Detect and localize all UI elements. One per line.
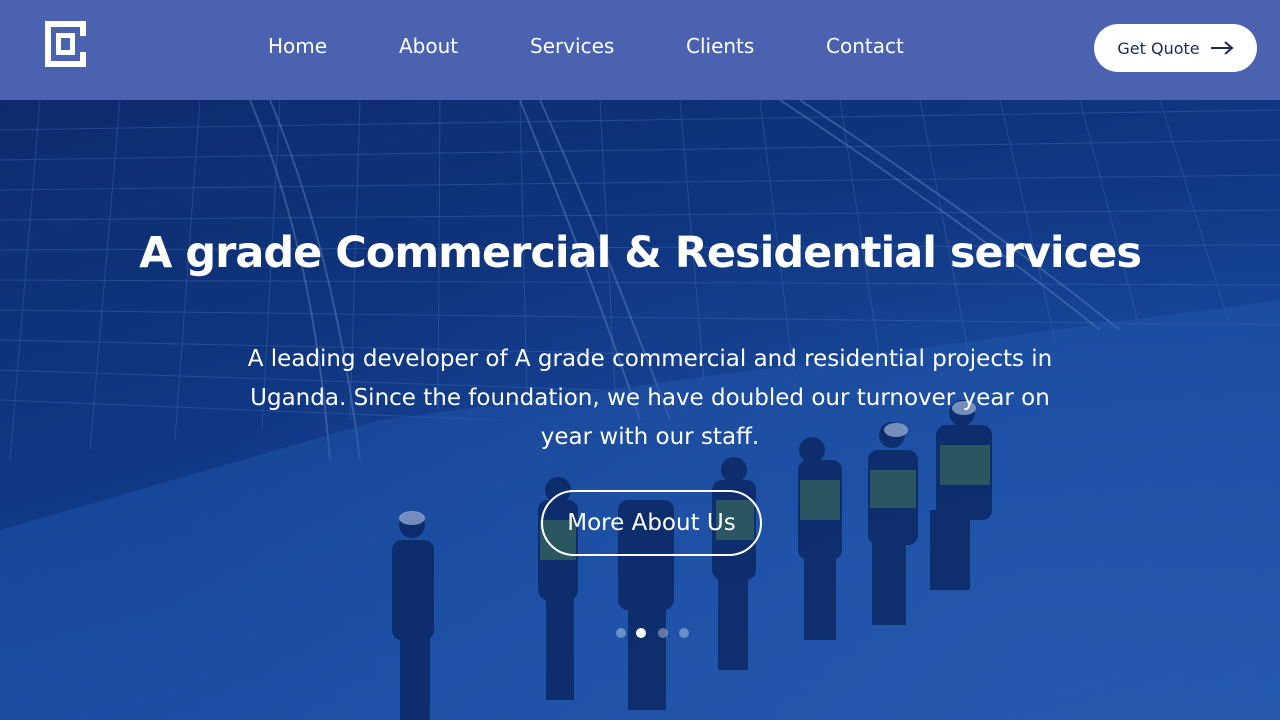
hero-title: A grade Commercial & Residential service…	[139, 228, 1142, 278]
get-quote-label: Get Quote	[1117, 38, 1200, 58]
nav-services[interactable]: Services	[530, 34, 614, 58]
nav-about[interactable]: About	[399, 34, 458, 58]
slider-dot[interactable]	[658, 628, 668, 638]
hero-description: A leading developer of A grade commercia…	[247, 346, 1053, 450]
arrow-right-icon	[1210, 41, 1234, 55]
nav-clients[interactable]: Clients	[686, 34, 754, 58]
get-quote-button[interactable]: Get Quote	[1094, 24, 1257, 72]
more-about-us-button[interactable]: More About Us	[541, 490, 762, 556]
nav-contact[interactable]: Contact	[826, 34, 904, 58]
site-header: Home About Services Clients Contact Get …	[0, 0, 1280, 100]
slider-dot[interactable]	[679, 628, 689, 638]
slider-dot[interactable]	[616, 628, 626, 638]
hero-section: A grade Commercial & Residential service…	[0, 100, 1280, 720]
slider-dot[interactable]	[636, 628, 646, 638]
slider-dots	[614, 628, 694, 640]
nav-home[interactable]: Home	[268, 34, 327, 58]
main-nav: Home About Services Clients Contact	[0, 0, 1280, 100]
